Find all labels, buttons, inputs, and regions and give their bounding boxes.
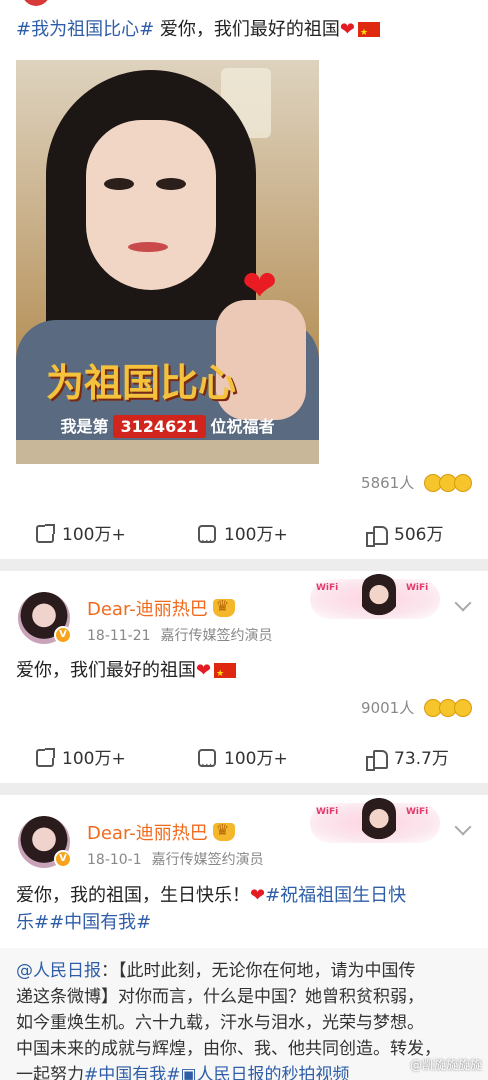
post-card-1: #我为祖国比心# 爱你，我们最好的祖国❤ ❤ 为祖国比心 我是第3124621位… — [0, 8, 488, 561]
post-text: 爱你，我的祖国，生日快乐！❤#祝福祖国生日快 — [16, 885, 407, 906]
post-card-2: V Dear-迪丽热巴 18-11-21嘉行传媒签约演员 WiFi WiFi 爱… — [0, 571, 488, 785]
verified-badge-icon: V — [54, 850, 72, 868]
image-slogan: 为祖国比心 — [45, 360, 236, 405]
action-bar: 100万+ 100万+ 506万 — [0, 515, 488, 561]
hashtag-link[interactable]: #我为祖国比心# — [16, 19, 154, 40]
grin-emoji-icon — [454, 699, 472, 717]
verified-badge-icon: V — [54, 626, 72, 644]
comment-button[interactable]: 100万+ — [198, 515, 288, 561]
share-button[interactable]: 100万+ — [36, 739, 126, 779]
post-meta: 18-10-1 嘉行传媒签约演员 — [87, 852, 264, 868]
hashtag-link[interactable]: #中国有我# — [49, 912, 151, 933]
action-bar: 100万+ 100万+ 73.7万 — [0, 739, 488, 785]
comment-icon — [198, 521, 216, 561]
profile-decoration: WiFi WiFi — [310, 571, 440, 625]
blessing-number: 3124621 — [112, 415, 207, 438]
hashtag-link[interactable]: 乐# — [16, 912, 49, 933]
post-text: 爱你，我们最好的祖国❤ — [16, 657, 237, 688]
profile-decoration: WiFi WiFi — [310, 795, 440, 849]
previous-header-clip — [0, 0, 488, 8]
blessing-counter: 我是第 3124621 位祝福者 — [60, 415, 275, 438]
thumbs-up-icon — [366, 525, 388, 547]
hashtag-link[interactable]: #祝福祖国生日快 — [265, 885, 406, 906]
username[interactable]: Dear-迪丽热巴 — [87, 595, 235, 621]
heart-emoji: ❤ — [339, 19, 355, 40]
china-flag-emoji — [358, 19, 380, 47]
avatar — [22, 0, 50, 6]
video-link[interactable]: 人民日报的秒拍视频 — [197, 1065, 350, 1080]
post-image[interactable]: ❤ 为祖国比心 我是第 3124621 位祝福者 — [16, 60, 319, 464]
heart-icon: ❤ — [242, 261, 278, 310]
comment-icon — [198, 745, 216, 785]
reaction-summary[interactable]: 9001人 — [361, 697, 472, 718]
post-text: #我为祖国比心# 爱你，我们最好的祖国❤ — [16, 16, 380, 47]
post-meta: 18-11-21 嘉行传媒签约演员 — [87, 628, 273, 644]
watermark: @凯旋旋旋旋 — [409, 1058, 482, 1072]
comment-button[interactable]: 100万+ — [198, 739, 288, 785]
heart-emoji: ❤ — [196, 660, 212, 681]
video-icon: ▣ — [180, 1065, 197, 1080]
mention-link[interactable]: @人民日报 — [16, 961, 101, 981]
share-icon — [36, 524, 55, 543]
share-icon — [36, 748, 55, 767]
like-button[interactable]: 506万 — [366, 515, 443, 555]
divider — [0, 559, 488, 571]
reaction-summary[interactable]: 5861人 — [361, 472, 472, 493]
heart-emoji: ❤ — [250, 885, 266, 906]
username[interactable]: Dear-迪丽热巴 — [87, 819, 235, 845]
divider — [0, 783, 488, 795]
post-text-line2: 乐##中国有我# — [16, 909, 151, 937]
post-body: 爱你，我们最好的祖国 — [154, 19, 340, 40]
crown-icon — [212, 597, 235, 617]
like-button[interactable]: 73.7万 — [366, 739, 449, 779]
share-button[interactable]: 100万+ — [36, 515, 126, 555]
chevron-down-icon[interactable] — [454, 597, 472, 615]
thumbs-up-icon — [366, 749, 388, 771]
chevron-down-icon[interactable] — [454, 821, 472, 839]
crown-icon — [212, 821, 235, 841]
grin-emoji-icon — [454, 474, 472, 492]
hashtag-link[interactable]: #中国有我# — [84, 1065, 181, 1080]
china-flag-emoji — [214, 660, 237, 688]
